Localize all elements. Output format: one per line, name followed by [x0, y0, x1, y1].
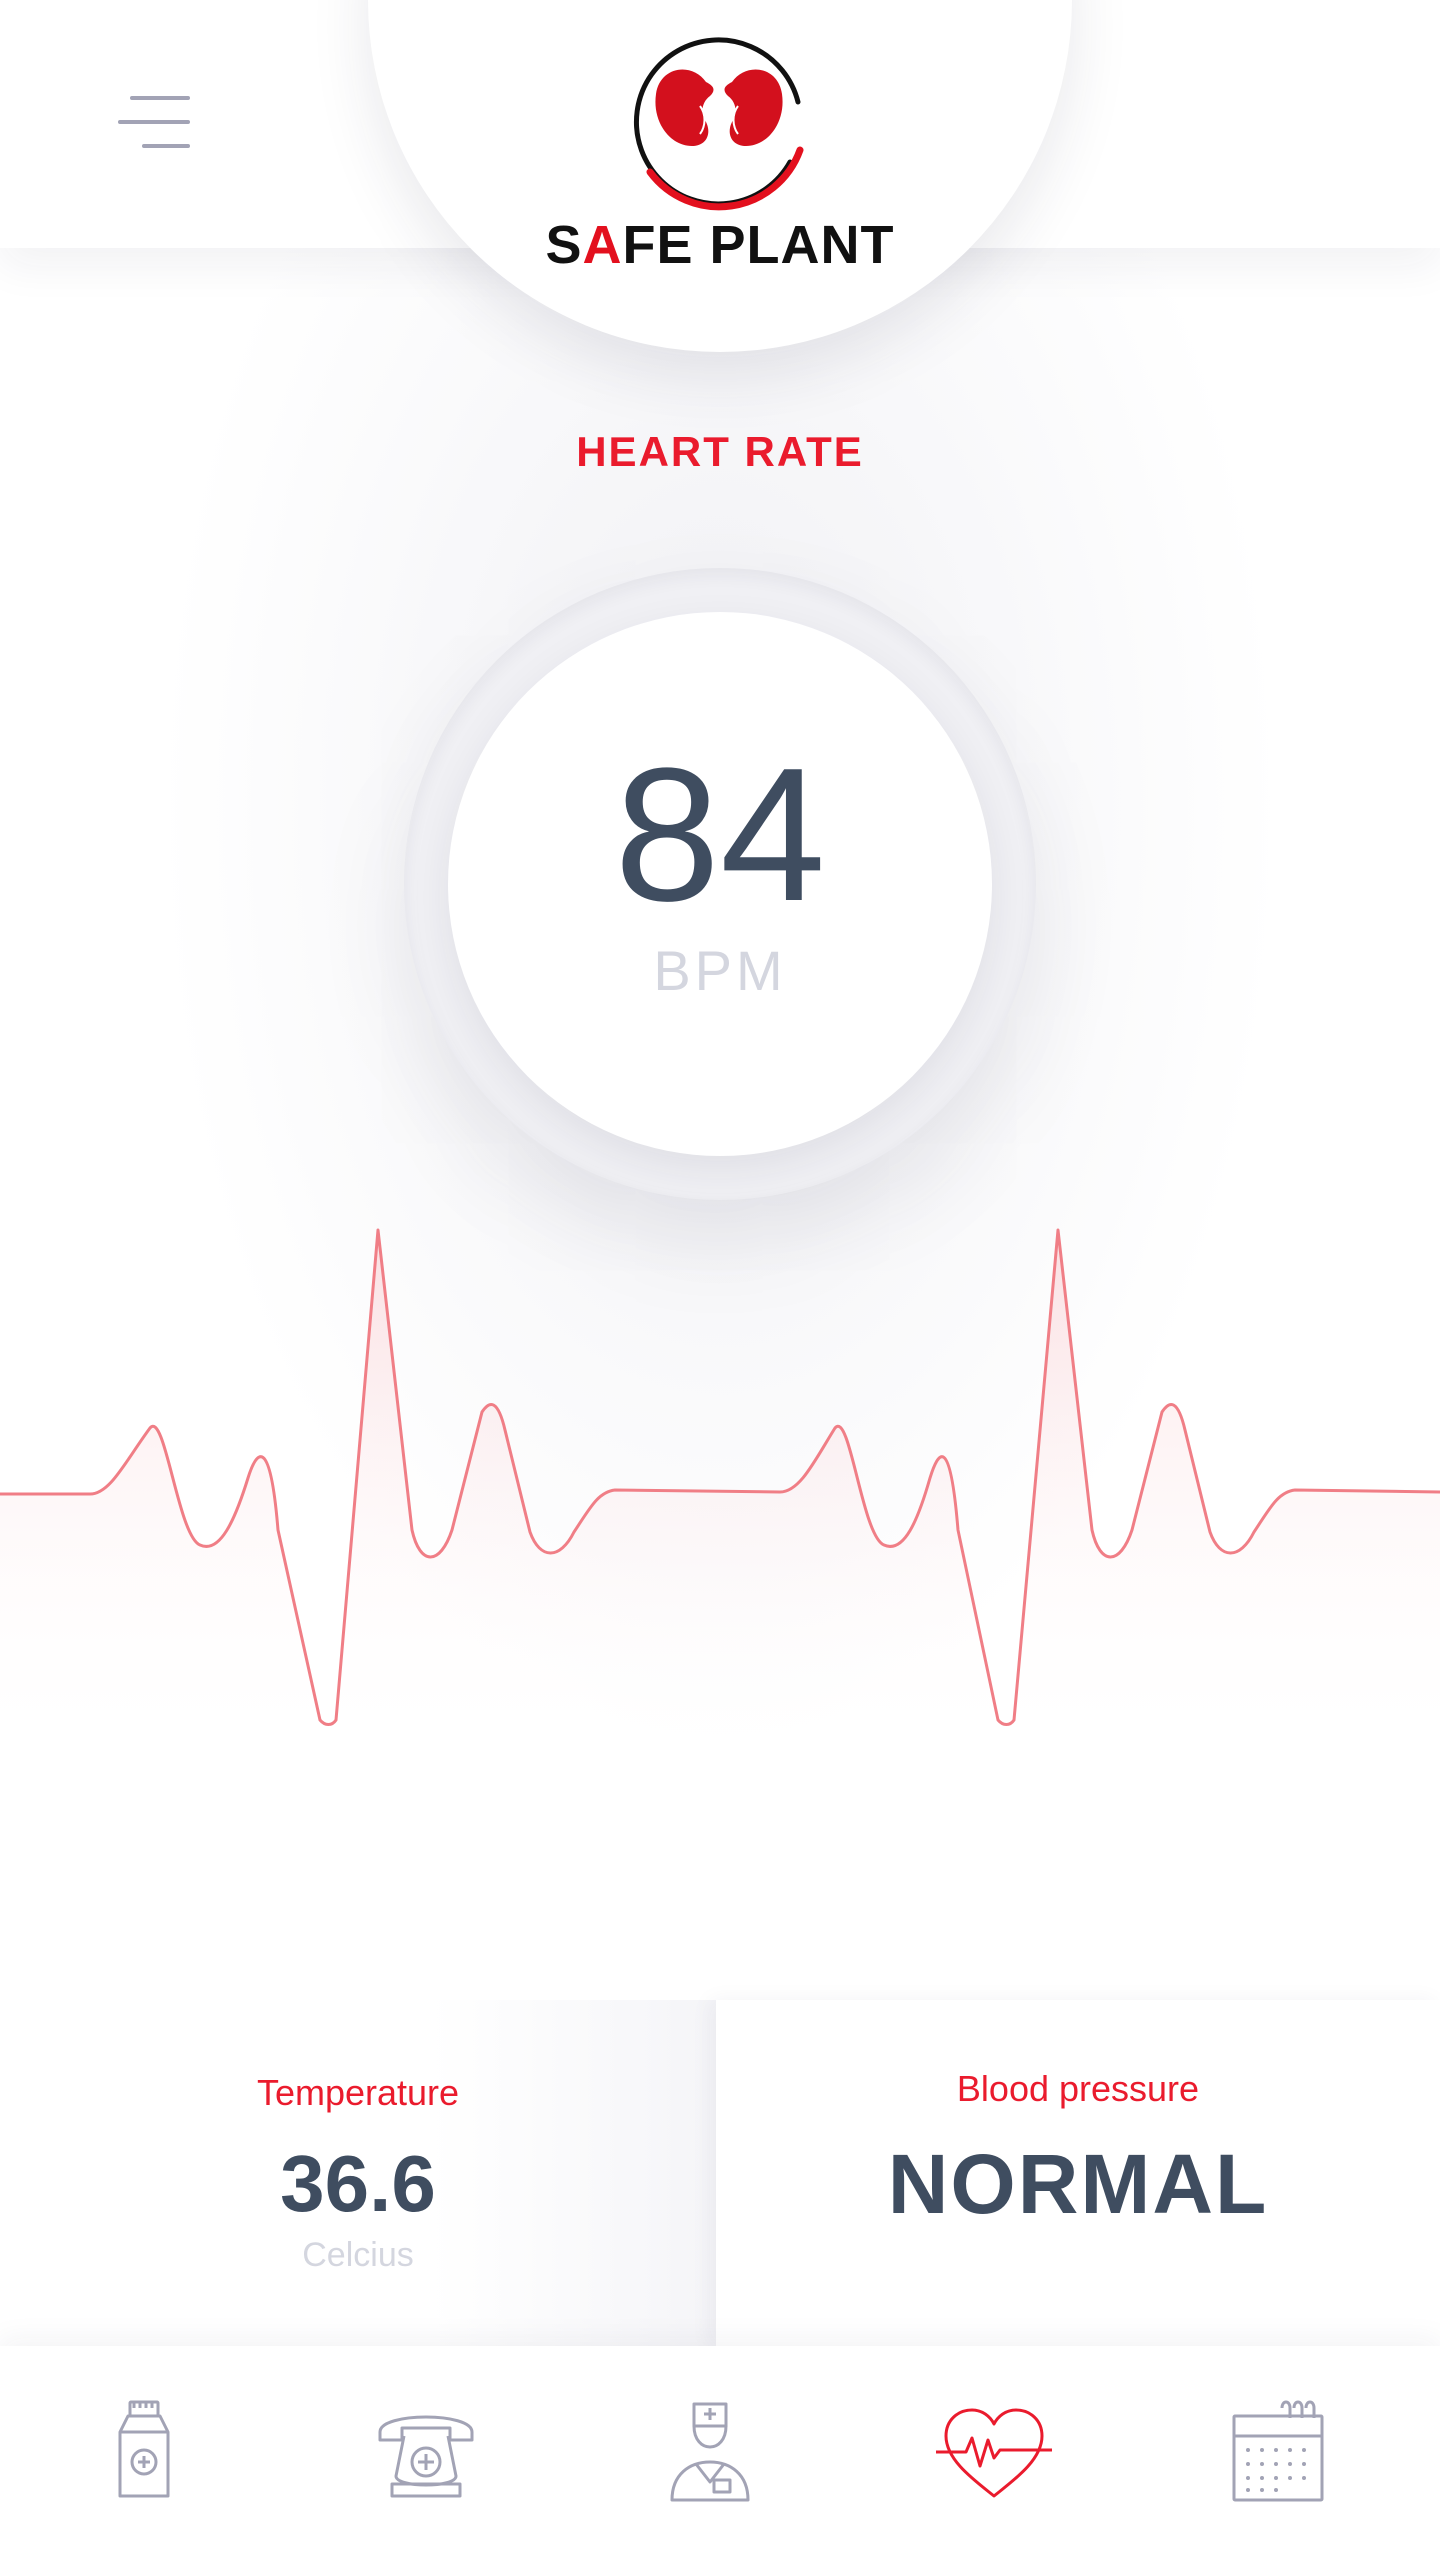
kidney-logo-icon [633, 37, 804, 211]
ecg-waveform [0, 1228, 1440, 1760]
heart-rate-title: HEART RATE [576, 428, 864, 475]
hamburger-icon [130, 96, 190, 100]
brand-suffix: FE PLANT [622, 215, 895, 275]
brand-name: SAFE PLANT [520, 214, 920, 276]
bpm-unit: BPM [653, 939, 787, 1002]
brand-prefix: S [545, 215, 583, 275]
nav-calendar[interactable] [1218, 2396, 1338, 2506]
temperature-label: Temperature [256, 2072, 460, 2113]
temperature-value: 36.6 [280, 2139, 436, 2228]
medicine-bottle-icon [118, 2400, 170, 2498]
heart-rate-icon [936, 2408, 1052, 2498]
nav-nurse[interactable] [650, 2396, 770, 2506]
nurse-icon [670, 2402, 750, 2502]
nav-medicine[interactable] [84, 2396, 204, 2506]
bpm-value: 84 [614, 729, 826, 941]
brand-accent-letter: A [582, 215, 623, 275]
blood-pressure-label: Blood pressure [956, 2068, 1200, 2109]
blood-pressure-value: NORMAL [887, 2137, 1269, 2231]
menu-button[interactable] [108, 88, 194, 158]
temperature-unit: Celcius [302, 2236, 414, 2274]
nav-heart-rate[interactable] [934, 2396, 1054, 2506]
hamburger-line [118, 120, 190, 124]
nav-phone[interactable] [366, 2396, 486, 2506]
bottom-nav [0, 2346, 1440, 2560]
temperature-card[interactable]: Temperature 36.6 Celcius [0, 2000, 716, 2346]
calendar-icon [1232, 2400, 1324, 2502]
hamburger-line [142, 144, 190, 148]
blood-pressure-card[interactable]: Blood pressure NORMAL [716, 2000, 1440, 2346]
phone-icon [378, 2415, 474, 2498]
